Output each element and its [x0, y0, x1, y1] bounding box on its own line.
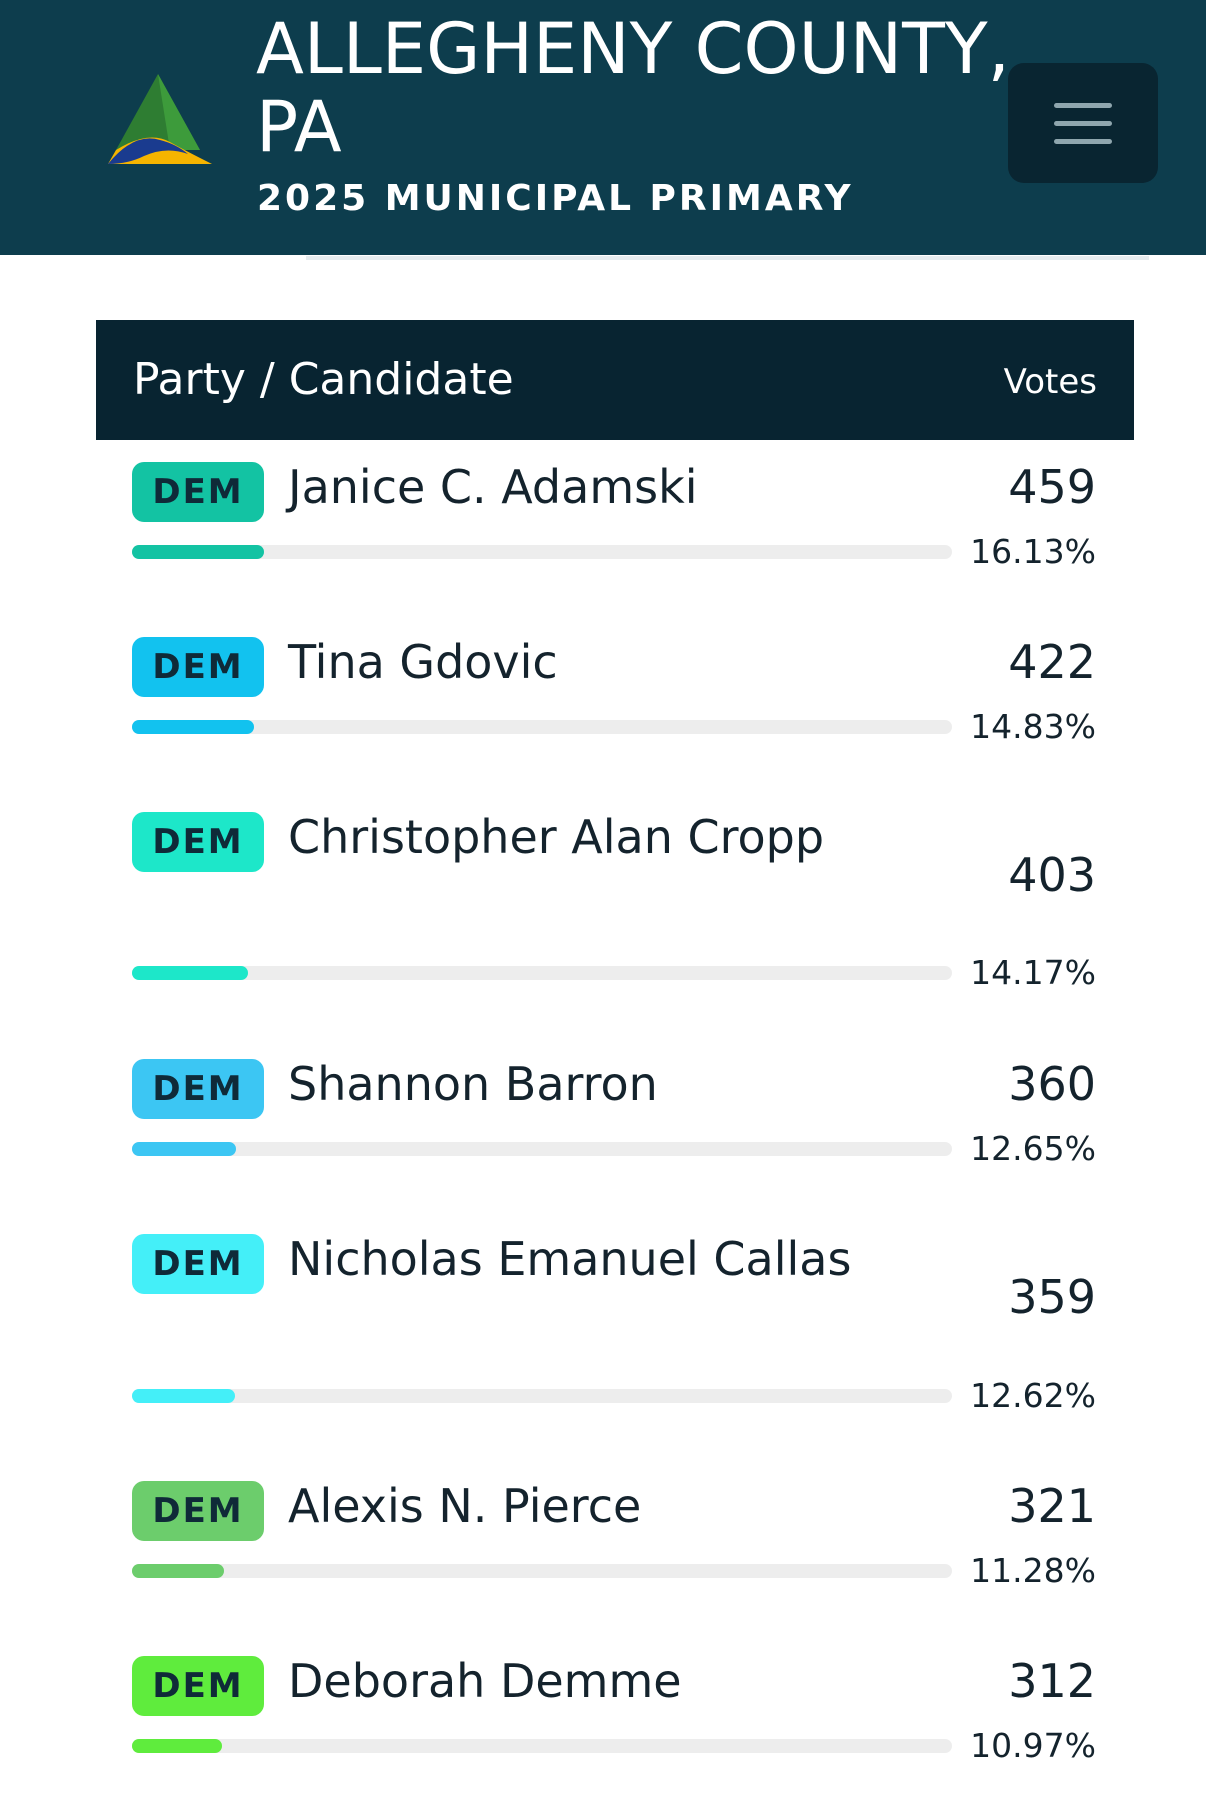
vote-share-bar-fill — [132, 545, 265, 559]
vote-count: 459 — [1008, 460, 1096, 514]
header-bar: ALLEGHENY COUNTY, PA 2025 MUNICIPAL PRIM… — [0, 0, 1206, 255]
party-badge: DEM — [132, 1059, 264, 1119]
vote-share-bar — [132, 1564, 952, 1578]
candidate-name: Tina Gdovic — [288, 635, 558, 689]
candidate-name: Deborah Demme — [288, 1654, 682, 1708]
county-logo — [108, 74, 212, 164]
vote-percent: 12.65% — [970, 1129, 1096, 1168]
vote-share-bar — [132, 1739, 952, 1753]
vote-share-bar-fill — [132, 966, 249, 980]
vote-share-bar — [132, 1389, 952, 1403]
candidate-name: Shannon Barron — [288, 1057, 658, 1111]
vote-count: 360 — [1008, 1057, 1096, 1111]
vote-count: 359 — [1008, 1270, 1096, 1324]
election-subtitle: 2025 MUNICIPAL PRIMARY — [257, 178, 854, 219]
vote-share-bar-fill — [132, 720, 254, 734]
vote-percent: 14.83% — [970, 707, 1096, 746]
page-title: ALLEGHENY COUNTY, PA — [256, 8, 1010, 168]
party-badge: DEM — [132, 1481, 264, 1541]
hamburger-menu-icon — [1054, 103, 1112, 108]
vote-percent: 12.62% — [970, 1376, 1096, 1415]
column-header-candidate: Party / Candidate — [133, 354, 514, 405]
vote-share-bar — [132, 720, 952, 734]
candidate-name: Christopher Alan Cropp — [288, 810, 825, 864]
party-badge: DEM — [132, 1656, 264, 1716]
results-table-header: Party / Candidate Votes — [96, 320, 1134, 440]
vote-share-bar — [132, 545, 952, 559]
vote-share-bar-fill — [132, 1739, 222, 1753]
vote-count: 312 — [1008, 1654, 1096, 1708]
party-badge: DEM — [132, 462, 264, 522]
vote-share-bar — [132, 966, 952, 980]
vote-percent: 16.13% — [970, 532, 1096, 571]
candidate-name: Nicholas Emanuel Callas — [288, 1232, 852, 1286]
vote-count: 321 — [1008, 1479, 1096, 1533]
vote-share-bar-fill — [132, 1564, 225, 1578]
divider — [306, 256, 1149, 260]
hamburger-menu-icon — [1054, 139, 1112, 144]
vote-share-bar-fill — [132, 1389, 236, 1403]
vote-count: 403 — [1008, 848, 1096, 902]
column-header-votes: Votes — [1003, 362, 1097, 402]
vote-count: 422 — [1008, 635, 1096, 689]
candidate-name: Alexis N. Pierce — [288, 1479, 642, 1533]
party-badge: DEM — [132, 1234, 264, 1294]
hamburger-menu-icon — [1054, 121, 1112, 126]
vote-share-bar-fill — [132, 1142, 236, 1156]
vote-percent: 10.97% — [970, 1726, 1096, 1765]
vote-share-bar — [132, 1142, 952, 1156]
vote-percent: 14.17% — [970, 953, 1096, 992]
party-badge: DEM — [132, 637, 264, 697]
menu-button[interactable] — [1008, 63, 1158, 183]
candidate-name: Janice C. Adamski — [288, 460, 698, 514]
vote-percent: 11.28% — [970, 1551, 1096, 1590]
party-badge: DEM — [132, 812, 264, 872]
